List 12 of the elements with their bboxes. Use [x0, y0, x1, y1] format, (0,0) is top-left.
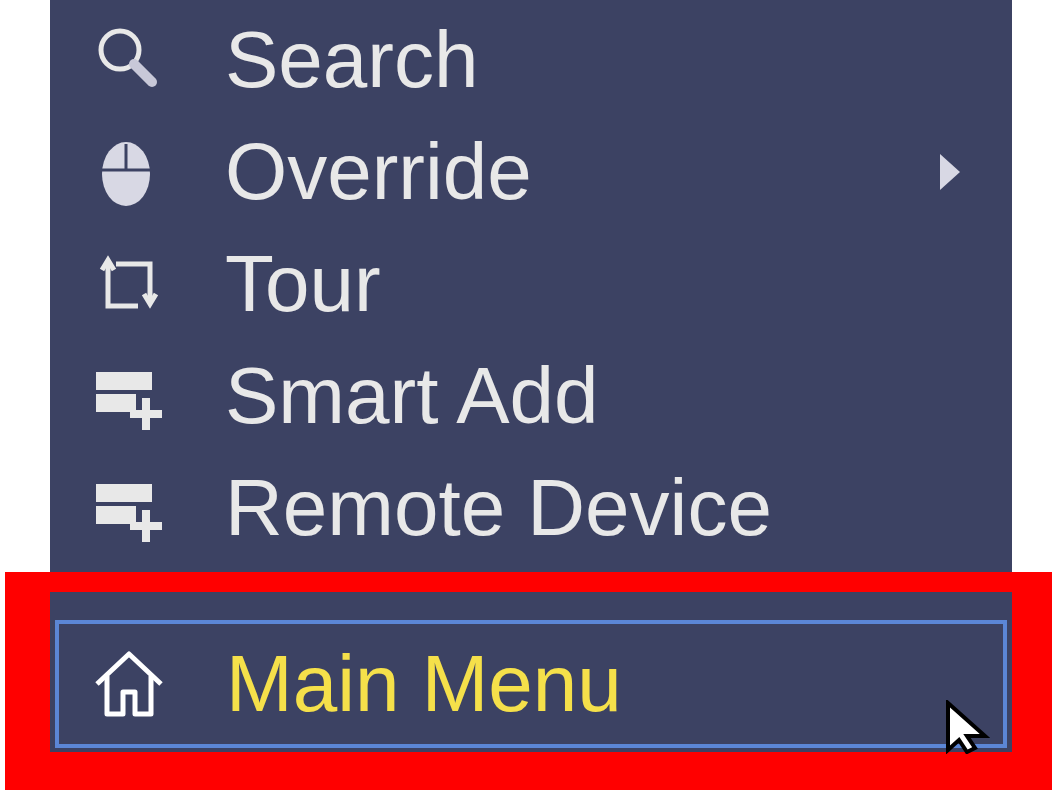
menu-item-label: Tour [225, 244, 381, 324]
menu-item[interactable]: Smart Add [50, 340, 1012, 452]
menu-item[interactable]: Remote Device [50, 452, 1012, 564]
menu-item[interactable]: Override [50, 116, 1012, 228]
menu-item-label: Search [225, 20, 479, 100]
menu-item[interactable]: Tour [50, 228, 1012, 340]
menu-item[interactable]: Search [50, 4, 1012, 116]
menu-item-highlighted[interactable]: Main Menu [55, 620, 1007, 748]
menu-item-label: Smart Add [225, 356, 599, 436]
menu-item-label: Override [225, 132, 532, 212]
menu-item-label: Remote Device [225, 468, 772, 548]
menu-item-label: Main Menu [226, 644, 622, 724]
